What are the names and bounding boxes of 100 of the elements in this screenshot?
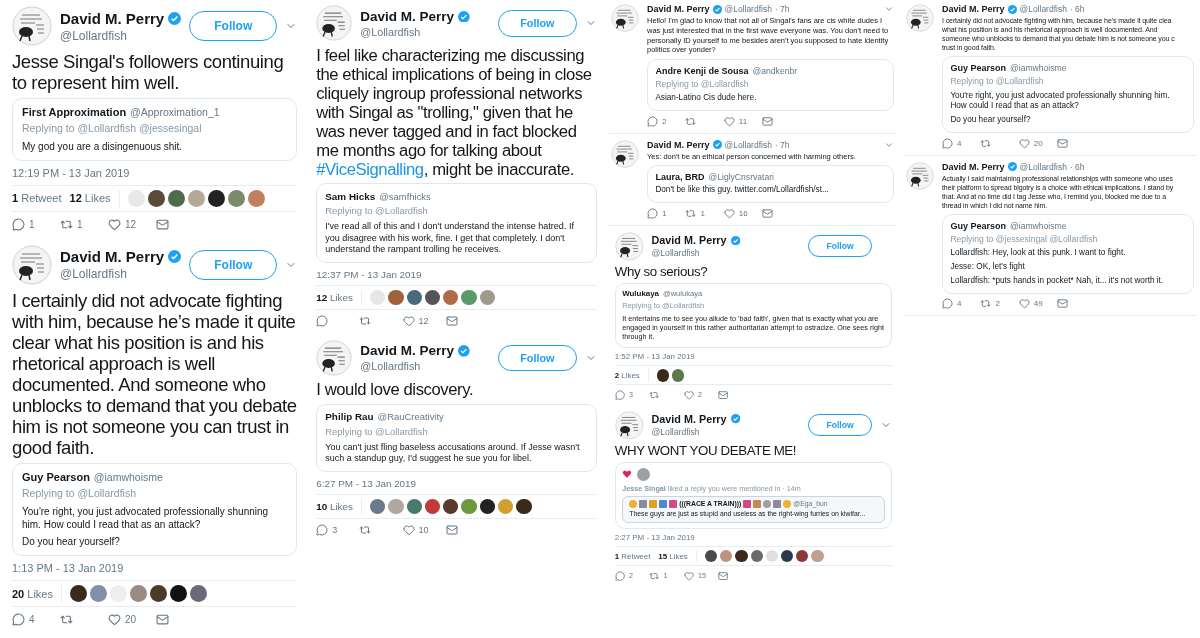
avatar: [906, 4, 934, 32]
liker-avatar[interactable]: [70, 585, 87, 603]
liker-avatar[interactable]: [656, 369, 670, 382]
quoted-author-name: Andre Kenji de Sousa: [655, 65, 749, 76]
author-name: David M. Perry: [60, 248, 165, 266]
author-handle: @Lollardfish: [651, 248, 701, 259]
like-button[interactable]: 12: [402, 315, 446, 328]
engagement-count[interactable]: 12 Likes: [316, 291, 353, 303]
retweet-button[interactable]: 1: [685, 207, 724, 219]
quoted-tweet-text: Don't be like this guy. twitter.com/Lollardfish/st...: [655, 185, 830, 197]
like-icon: [1018, 137, 1030, 149]
reply-button[interactable]: 1: [647, 207, 686, 219]
reply-button[interactable]: 4: [12, 613, 60, 627]
tweet-timestamp: 6:27 PM - 13 Jan 2019: [316, 477, 418, 489]
like-icon: [723, 207, 735, 219]
quoted-author-name: Laura, BRD: [655, 172, 705, 183]
tweet-text: I would love discovery.: [316, 380, 475, 400]
tweet-timestamp: 12:19 PM - 13 Jan 2019: [12, 166, 131, 179]
liker-avatar[interactable]: [150, 585, 167, 603]
author-name: David M. Perry: [651, 412, 727, 425]
like-button[interactable]: 16: [723, 207, 763, 219]
like-icon: [1018, 298, 1030, 310]
reply-icon: [647, 115, 658, 127]
like-button[interactable]: 20: [108, 613, 156, 627]
engagement-count[interactable]: 1 Retweet: [12, 192, 62, 205]
like-button[interactable]: 11: [723, 115, 763, 127]
replying-to-text: Replying to @Lollardfish @jessesingal: [22, 122, 203, 136]
retweet-icon: [649, 570, 660, 581]
quoted-tweet-text: I've read all of this and I don't understand the intense hatred. If you disagree with his work, fine. I get that completely. I don't understand the rampant trolling he receives.: [325, 221, 575, 257]
avatar: [12, 6, 52, 46]
quoted-tweet-text: Do you hear yourself?: [22, 535, 121, 549]
reply-button[interactable]: 4: [942, 137, 981, 149]
engagement-count[interactable]: 20 Likes: [12, 587, 53, 600]
follow-button[interactable]: Follow: [189, 249, 278, 280]
retweet-icon: [359, 315, 372, 328]
retweet-button[interactable]: 2: [980, 298, 1019, 310]
liker-avatar[interactable]: [735, 550, 748, 563]
reply-button[interactable]: 4: [942, 298, 981, 310]
reply-icon: [647, 207, 658, 219]
retweet-icon: [649, 389, 660, 400]
reply-icon: [614, 570, 625, 581]
reply-time: · 7h: [774, 139, 790, 150]
quoted-author-name: Philip Rau: [325, 411, 374, 423]
avatar: [611, 139, 639, 168]
reply-button[interactable]: 3: [316, 523, 360, 536]
reply-icon: [942, 137, 953, 149]
reply-time: · 6h: [1069, 4, 1085, 14]
author-name: David M. Perry: [360, 343, 454, 359]
liker-avatar[interactable]: [443, 498, 459, 514]
like-button[interactable]: 12: [108, 217, 156, 231]
reply-time: · 7h: [774, 4, 790, 14]
liker-avatar[interactable]: [147, 189, 165, 207]
tweet-timestamp: 1:13 PM - 13 Jan 2019: [12, 562, 125, 575]
author-handle: @Lollardfish: [1019, 4, 1067, 14]
reply-icon: [942, 298, 953, 310]
liker-avatar[interactable]: [516, 498, 532, 514]
like-icon: [723, 115, 735, 127]
retweet-icon: [980, 298, 992, 310]
follow-button[interactable]: Follow: [808, 235, 872, 258]
like-button[interactable]: 20: [1018, 137, 1058, 149]
retweet-icon: [980, 137, 992, 149]
avatar: [614, 231, 644, 261]
quoted-author-name: Guy Pearson: [22, 471, 90, 484]
like-button[interactable]: 10: [402, 523, 446, 536]
hashtag-link[interactable]: #ViceSignalling: [316, 159, 424, 179]
follow-button[interactable]: Follow: [189, 11, 278, 41]
liker-avatar[interactable]: [781, 550, 794, 563]
author-name: David M. Perry: [651, 234, 727, 247]
liker-avatar[interactable]: [479, 498, 496, 514]
quoted-author-handle: @samfhicks: [379, 190, 431, 202]
reply-button[interactable]: 1: [12, 217, 60, 231]
liker-avatar[interactable]: [207, 189, 225, 207]
liker-avatar[interactable]: [704, 550, 718, 563]
retweet-icon: [685, 207, 697, 219]
liker-avatar[interactable]: [170, 585, 187, 603]
quoted-author-name: First Approximation: [22, 106, 127, 119]
mail-icon: [1057, 137, 1069, 149]
engagement-count[interactable]: 12 Likes: [69, 192, 111, 205]
quoted-tweet-text: Jesse: OK, let's fight: [950, 262, 1026, 273]
reply-button[interactable]: 2: [647, 115, 686, 127]
follow-button[interactable]: Follow: [808, 413, 872, 436]
chevron-icon[interactable]: [884, 4, 894, 14]
engagement-count[interactable]: 10 Likes: [316, 500, 353, 512]
like-button[interactable]: 49: [1018, 298, 1058, 310]
reply-icon: [316, 315, 329, 328]
like-icon: [402, 523, 415, 536]
like-icon: [108, 217, 121, 231]
liker-avatar[interactable]: [796, 550, 809, 563]
replying-to-text: Replying to @Lollardfish: [325, 425, 429, 438]
follow-button[interactable]: Follow: [497, 344, 577, 372]
reply-icon: [316, 523, 329, 536]
avatar: [316, 339, 353, 376]
author-name: David M. Perry: [942, 4, 1005, 14]
avatar: [611, 4, 639, 32]
quoted-author-handle: @Approximation_1: [130, 106, 220, 119]
retweet-icon: [359, 523, 372, 536]
follow-button[interactable]: Follow: [497, 10, 577, 37]
mail-icon: [762, 207, 774, 219]
liker-avatar[interactable]: [424, 289, 441, 306]
retweet-button[interactable]: 1: [60, 217, 108, 231]
